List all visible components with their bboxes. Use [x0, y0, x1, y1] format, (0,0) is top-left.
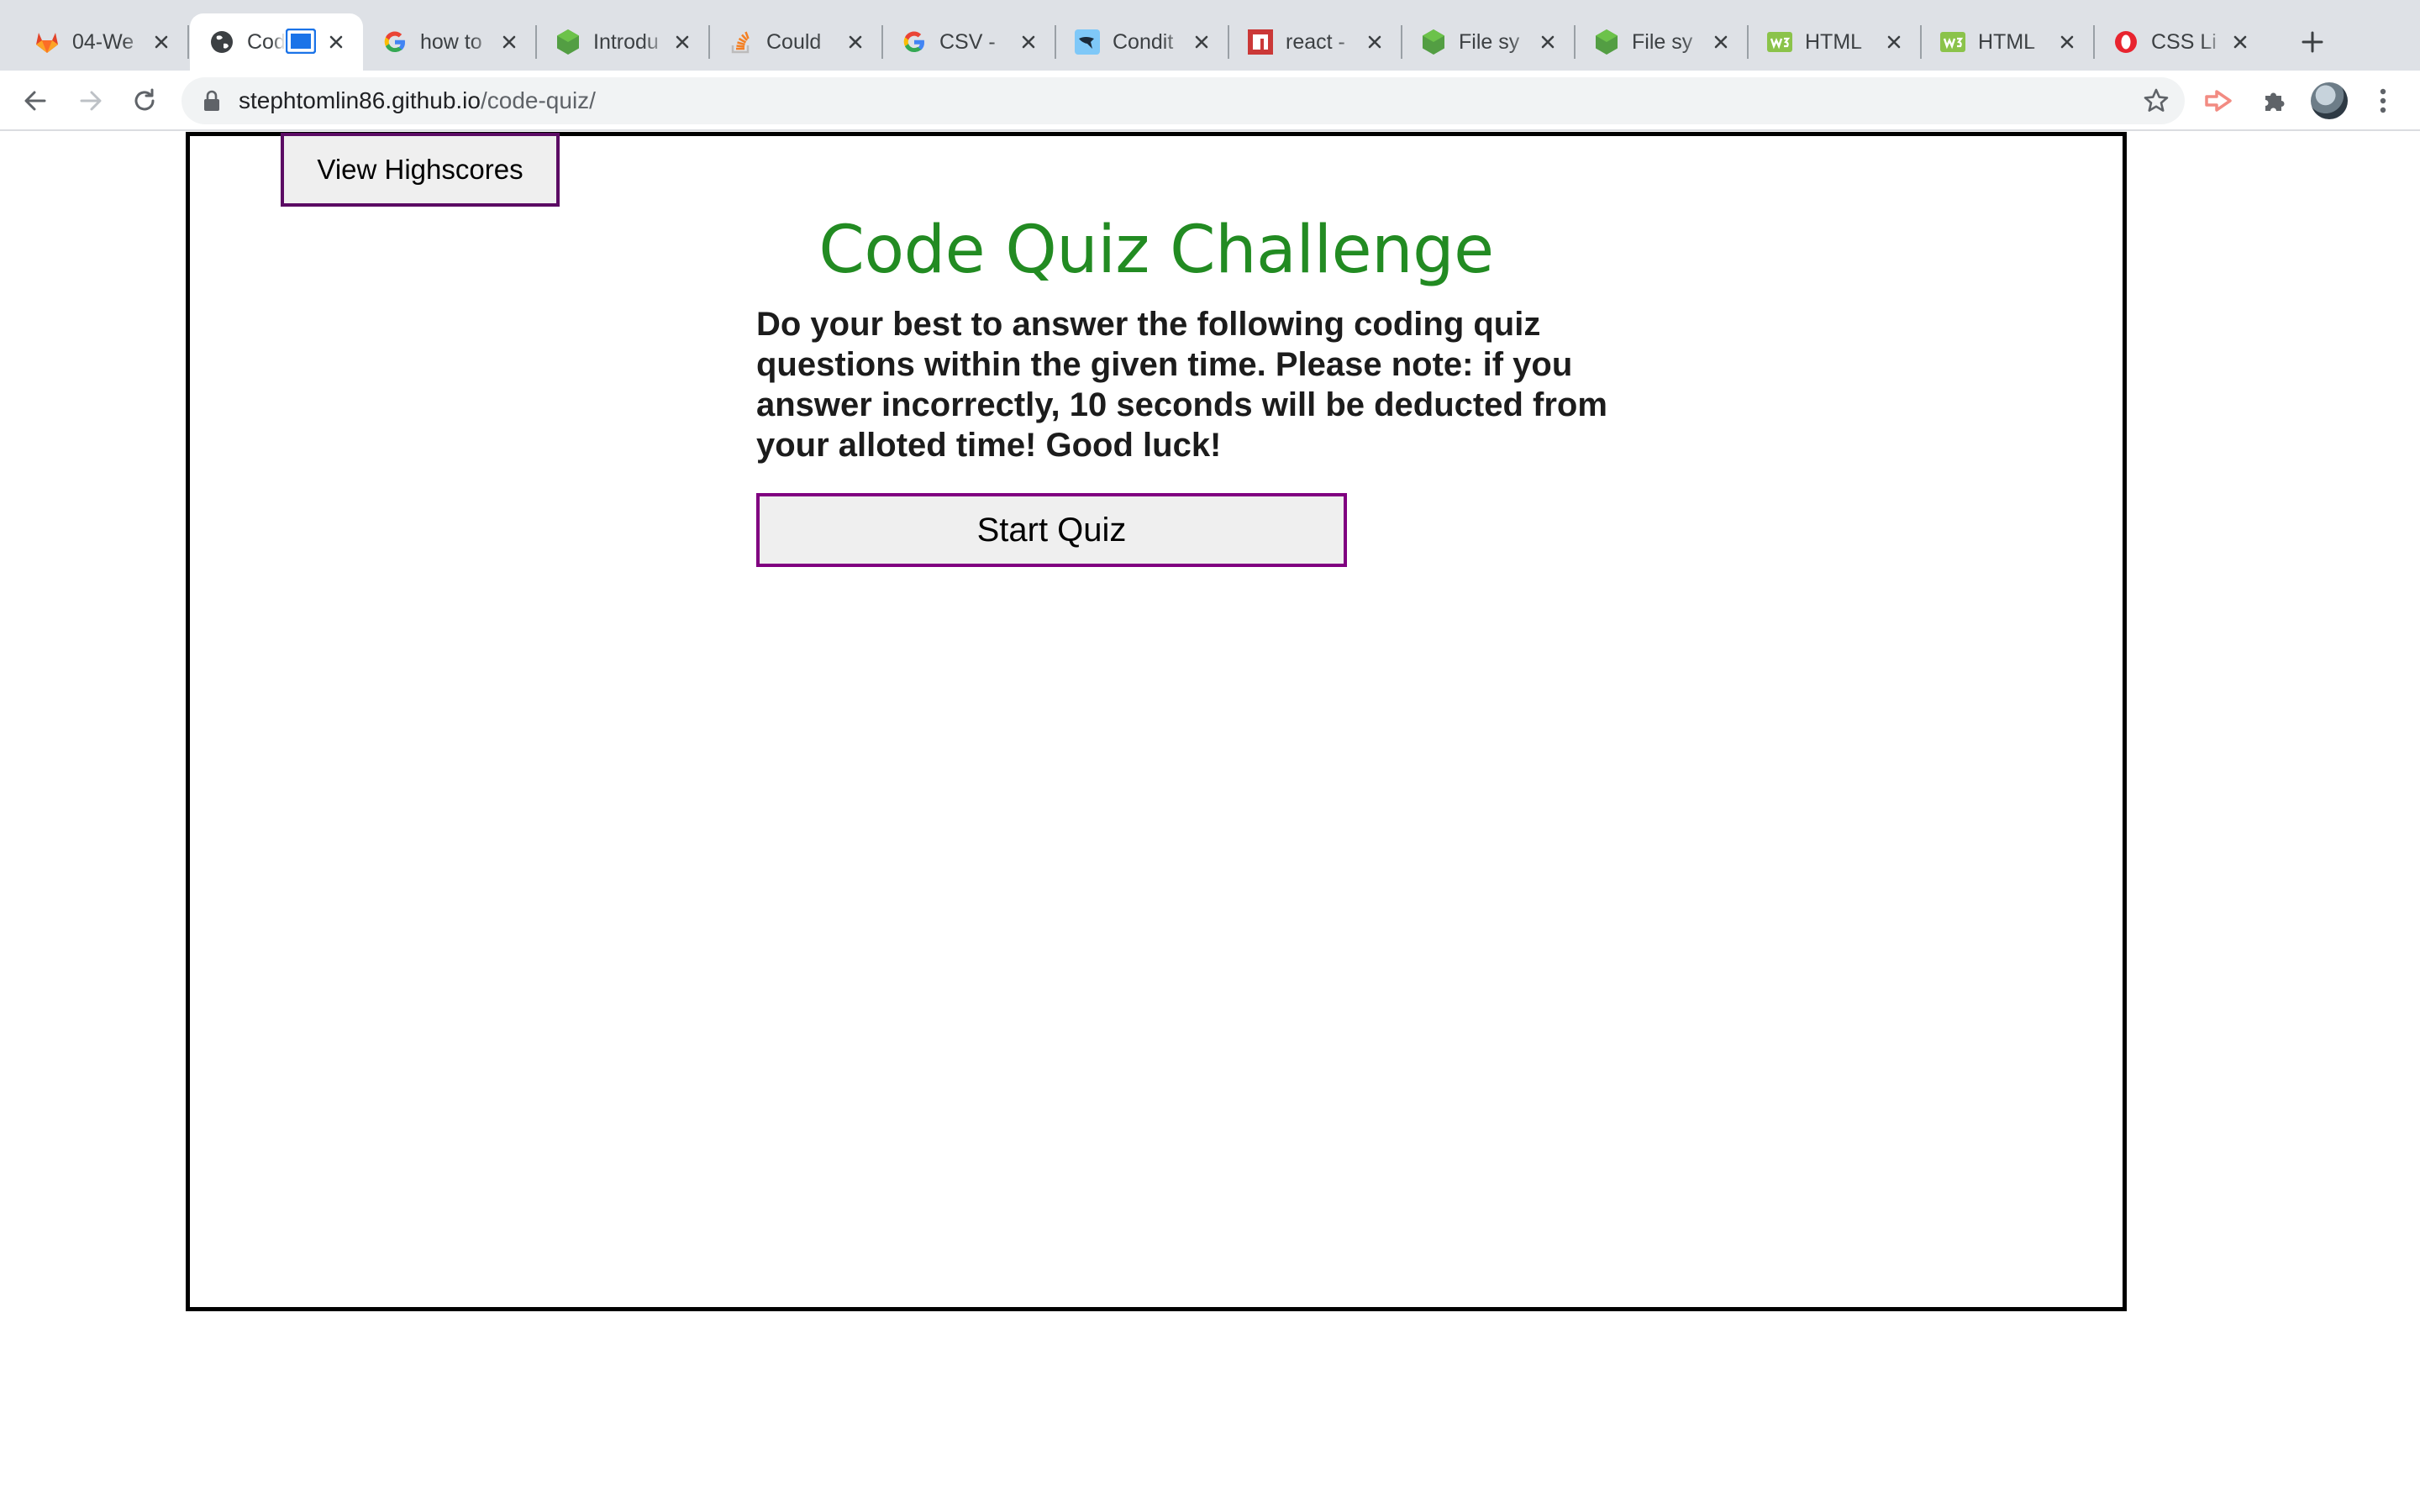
close-icon[interactable] [1707, 29, 1734, 55]
close-icon[interactable] [496, 29, 523, 55]
nodejs-icon [1420, 29, 1447, 55]
w3schools-icon [1766, 29, 1793, 55]
w3schools-icon [1939, 29, 1966, 55]
tab-title: CSV - [939, 30, 996, 54]
tab-file-system-2[interactable]: File sy [1575, 13, 1749, 71]
url-text[interactable]: stephtomlin86.github.io/code-quiz/ [239, 77, 596, 124]
opera-icon [2112, 29, 2139, 55]
tab-file-system-1[interactable]: File sy [1402, 13, 1576, 71]
stackoverflow-icon [728, 29, 755, 55]
close-icon[interactable] [1881, 29, 1907, 55]
bookmark-star-icon[interactable] [2143, 87, 2170, 114]
menu-kebab-icon[interactable] [2365, 82, 2402, 119]
reload-icon[interactable] [126, 82, 163, 119]
tab-strip: 04-We Code Quiz how to Introdu Could [0, 0, 2420, 71]
quiz-description: Do your best to answer the following cod… [756, 306, 1607, 464]
tab-separator [187, 25, 189, 59]
npm-icon [1247, 29, 1274, 55]
tab-html-2[interactable]: HTML [1921, 13, 2095, 71]
tab-title: Code Quiz [247, 30, 286, 54]
close-icon[interactable] [669, 29, 696, 55]
nodejs-icon [555, 29, 581, 55]
close-icon[interactable] [1361, 29, 1388, 55]
tab-react-npm[interactable]: react - [1228, 13, 1402, 71]
browser-toolbar: stephtomlin86.github.io/code-quiz/ [0, 71, 2420, 131]
tab-title: Introdu [593, 30, 659, 54]
globe-icon [208, 29, 235, 55]
url-host: stephtomlin86.github.io [239, 87, 481, 113]
tab-google-how-to[interactable]: how to [363, 13, 537, 71]
gitlab-icon [34, 29, 60, 55]
tab-conditional[interactable]: Condit [1055, 13, 1229, 71]
start-quiz-button[interactable]: Start Quiz [756, 493, 1347, 567]
nodejs-icon [1593, 29, 1620, 55]
tab-title: Condit [1113, 30, 1174, 54]
tab-css-linter[interactable]: CSS Li [2094, 13, 2267, 71]
tab-gitlab[interactable]: 04-We [15, 13, 189, 71]
tab-code-quiz[interactable]: Code Quiz [190, 13, 363, 71]
close-icon[interactable] [1534, 29, 1561, 55]
google-icon [381, 29, 408, 55]
extension-arrow-icon[interactable] [2202, 82, 2238, 119]
close-icon[interactable] [148, 29, 175, 55]
quiz-container: View Highscores Code Quiz Challenge Do y… [186, 132, 2127, 1311]
tab-title: File sy [1459, 30, 1520, 54]
close-icon[interactable] [842, 29, 869, 55]
bird-icon [1074, 29, 1101, 55]
tab-stackoverflow[interactable]: Could [709, 13, 883, 71]
close-icon[interactable] [1188, 29, 1215, 55]
extensions-puzzle-icon[interactable] [2255, 82, 2292, 119]
tab-google-csv[interactable]: CSV - [882, 13, 1056, 71]
close-icon[interactable] [323, 29, 350, 55]
close-icon[interactable] [2054, 29, 2081, 55]
close-icon[interactable] [2227, 29, 2254, 55]
cast-icon [286, 29, 316, 54]
url-path: /code-quiz/ [480, 87, 596, 113]
page-title: Code Quiz Challenge [818, 213, 1494, 288]
tab-title: how to [420, 30, 482, 54]
forward-arrow-icon[interactable] [72, 82, 109, 119]
back-arrow-icon[interactable] [17, 82, 54, 119]
address-bar[interactable]: stephtomlin86.github.io/code-quiz/ [182, 77, 2185, 124]
lock-icon[interactable] [200, 89, 224, 113]
google-icon [901, 29, 928, 55]
tab-introduction[interactable]: Introdu [536, 13, 710, 71]
tab-title: 04-We [72, 30, 134, 54]
close-icon[interactable] [1015, 29, 1042, 55]
tab-html-1[interactable]: HTML [1748, 13, 1922, 71]
profile-avatar[interactable] [2311, 82, 2348, 119]
tab-title: HTML [1805, 30, 1863, 54]
tab-title: File sy [1632, 30, 1693, 54]
tab-title: react - [1286, 30, 1345, 54]
view-highscores-button[interactable]: View Highscores [281, 133, 560, 207]
tab-title: HTML [1978, 30, 2036, 54]
tab-title: Could [766, 30, 822, 54]
tab-title: CSS Li [2151, 30, 2217, 54]
new-tab-plus-icon[interactable] [2294, 24, 2331, 60]
